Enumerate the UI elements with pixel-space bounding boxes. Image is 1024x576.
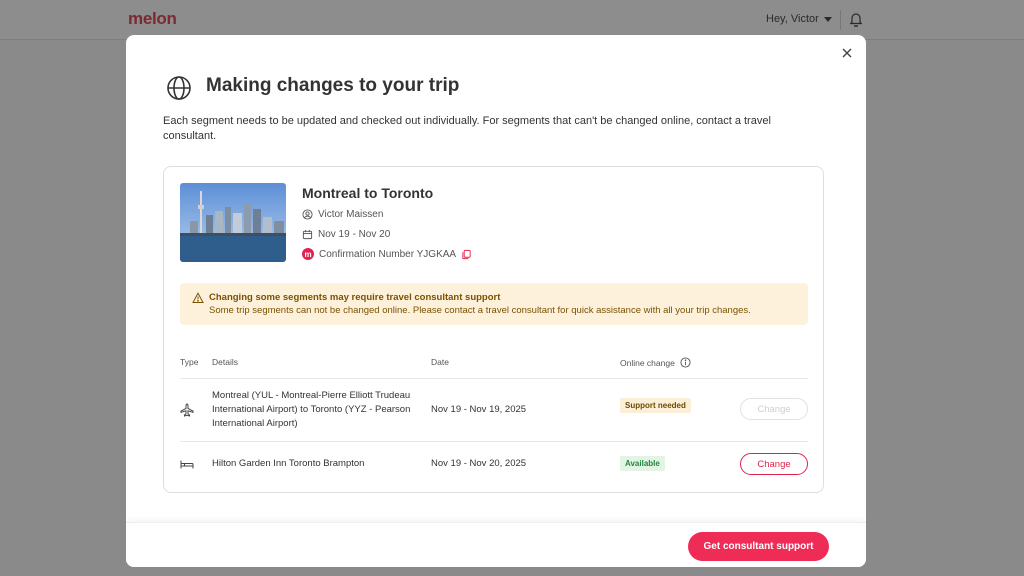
user-menu[interactable]: Hey, Victor bbox=[766, 13, 832, 25]
modal-intro-text: Each segment needs to be updated and che… bbox=[163, 115, 771, 142]
nav-divider bbox=[840, 10, 841, 30]
consultant-support-notice: Changing some segments may require trave… bbox=[180, 283, 808, 325]
copy-icon[interactable] bbox=[461, 249, 472, 260]
table-divider bbox=[180, 378, 808, 379]
warning-icon bbox=[192, 292, 204, 303]
notice-text: Some trip segments can not be changed on… bbox=[209, 305, 751, 316]
segment-date: Nov 19 - Nov 20, 2025 bbox=[431, 458, 527, 469]
status-badge-support-needed: Support needed bbox=[620, 398, 691, 413]
change-hotel-button[interactable]: Change bbox=[740, 453, 808, 475]
dates-row: Nov 19 - Nov 20 bbox=[302, 229, 390, 240]
trip-destination-image bbox=[180, 183, 286, 262]
segment-details: Hilton Garden Inn Toronto Brampton bbox=[212, 458, 365, 469]
column-header-online-change: Online change bbox=[620, 357, 691, 368]
traveler-row: Victor Maissen bbox=[302, 209, 383, 220]
get-consultant-support-button[interactable]: Get consultant support bbox=[688, 532, 829, 561]
traveler-name: Victor Maissen bbox=[318, 209, 384, 220]
trip-changes-modal: Making changes to your trip Each segment… bbox=[126, 35, 866, 567]
trip-title: Montreal to Toronto bbox=[302, 185, 434, 201]
caret-down-icon bbox=[823, 16, 832, 22]
confirmation-row: m Confirmation Number YJGKAA bbox=[302, 248, 472, 260]
user-greeting: Hey, Victor bbox=[766, 13, 819, 25]
globe-icon bbox=[167, 76, 191, 100]
change-flight-button[interactable]: Change bbox=[740, 398, 808, 420]
online-change-label: Online change bbox=[620, 357, 675, 368]
table-divider bbox=[180, 441, 808, 442]
close-icon[interactable] bbox=[840, 46, 854, 60]
modal-title: Making changes to your trip bbox=[206, 75, 460, 96]
column-header-details: Details bbox=[212, 357, 238, 367]
notice-title: Changing some segments may require trave… bbox=[209, 292, 501, 303]
melon-logo[interactable]: melon bbox=[128, 9, 177, 29]
segment-details: Montreal (YUL - Montreal-Pierre Elliott … bbox=[212, 390, 411, 429]
segment-date: Nov 19 - Nov 19, 2025 bbox=[431, 404, 527, 415]
plane-icon bbox=[180, 403, 194, 417]
user-icon bbox=[302, 209, 313, 220]
confirmation-number: Confirmation Number YJGKAA bbox=[319, 248, 457, 260]
melon-badge-icon: m bbox=[302, 248, 314, 260]
bell-icon[interactable] bbox=[849, 11, 863, 27]
info-icon[interactable] bbox=[680, 357, 691, 368]
bed-icon bbox=[180, 460, 194, 469]
status-badge-available: Available bbox=[620, 456, 665, 471]
calendar-icon bbox=[302, 229, 313, 240]
modal-footer: Get consultant support bbox=[126, 522, 866, 567]
trip-dates: Nov 19 - Nov 20 bbox=[318, 229, 391, 240]
trip-card: Montreal to Toronto Victor Maissen Nov 1… bbox=[163, 166, 824, 493]
column-header-date: Date bbox=[431, 357, 449, 367]
top-navigation-bar: melon Hey, Victor bbox=[0, 0, 1024, 40]
column-header-type: Type bbox=[180, 357, 199, 367]
